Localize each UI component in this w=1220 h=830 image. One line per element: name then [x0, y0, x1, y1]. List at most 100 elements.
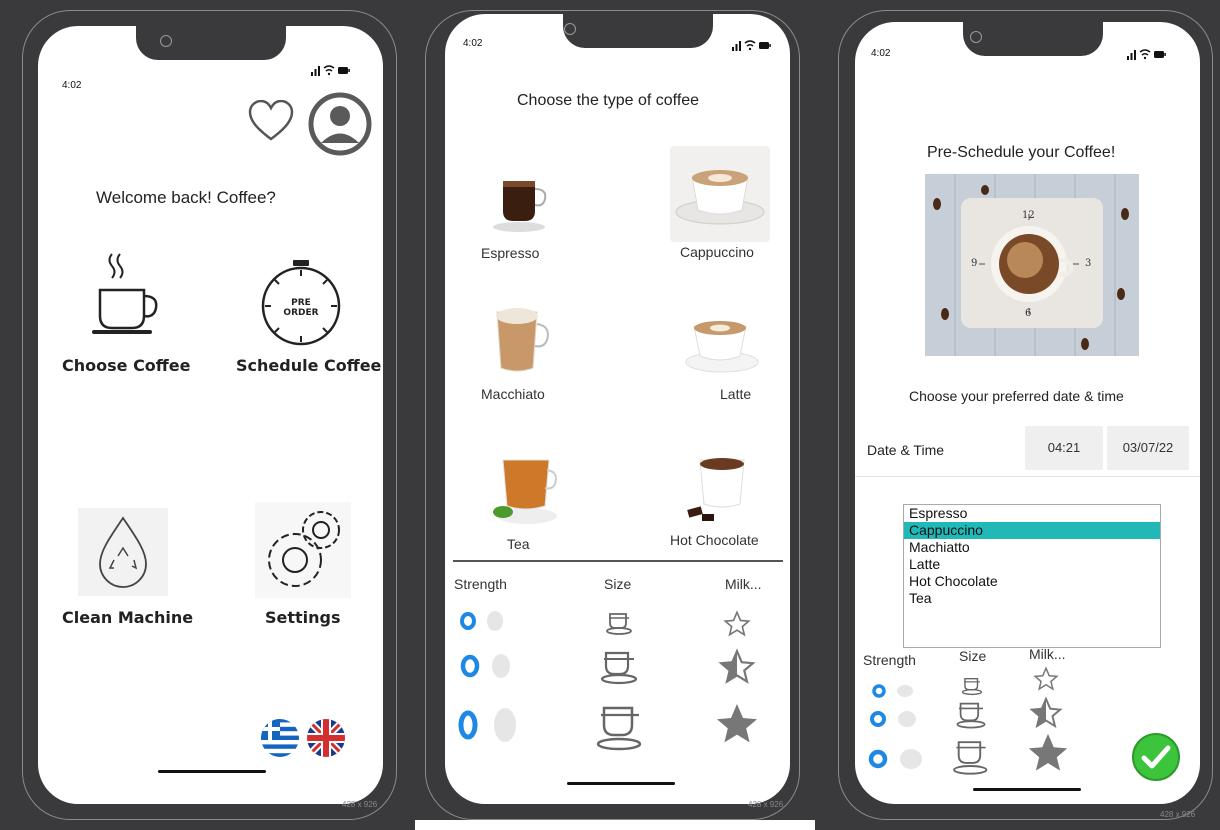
- latte-option[interactable]: Latte: [660, 304, 790, 414]
- clean-machine-label: Clean Machine: [62, 608, 194, 627]
- signal-wifi-battery-icon: [1127, 49, 1166, 60]
- medium-cup-icon[interactable]: [955, 698, 987, 735]
- hot-chocolate-option[interactable]: Hot Chocolate: [660, 450, 790, 560]
- drink-select-screen: 4:02 Choose the type of coffee Espresso …: [445, 14, 790, 804]
- strength-header: Strength: [863, 652, 916, 668]
- status-icons: [732, 39, 772, 54]
- signal-wifi-battery-icon: [732, 40, 771, 51]
- drink-list-item[interactable]: Hot Chocolate: [904, 573, 1160, 590]
- cappuccino-label: Cappuccino: [680, 244, 754, 260]
- status-icons: [1127, 48, 1167, 63]
- choose-type-heading: Choose the type of coffee: [517, 92, 700, 109]
- caption-strip: [415, 820, 815, 830]
- macchiato-option[interactable]: Macchiato: [465, 304, 595, 414]
- welcome-heading: Welcome back! Coffee?: [96, 188, 276, 207]
- macchiato-image: [496, 308, 549, 372]
- latte-label: Latte: [720, 386, 752, 402]
- clock-9: 9: [971, 258, 978, 269]
- home-screen: 4:02 Welcome back! Coffee? Choose Coffee…: [38, 26, 383, 804]
- hot-chocolate-label: Hot Chocolate: [670, 532, 759, 548]
- strength-toggle-medium[interactable]: [459, 652, 513, 685]
- signal-wifi-battery-icon: [311, 65, 350, 76]
- milk-star-half-icon[interactable]: [717, 648, 757, 691]
- favorites-heart-icon[interactable]: [248, 99, 294, 147]
- gears-icon: [255, 502, 351, 598]
- greek-flag-icon[interactable]: [260, 718, 300, 763]
- clock-12: 12: [1022, 210, 1035, 221]
- divider: [453, 560, 783, 562]
- latte-image: [685, 321, 759, 373]
- choose-coffee-tile[interactable]: Choose Coffee: [58, 244, 198, 379]
- settings-label: Settings: [265, 608, 341, 627]
- camera: [160, 35, 172, 47]
- medium-cup-icon[interactable]: [599, 646, 639, 691]
- milk-star-empty-icon[interactable]: [1033, 666, 1059, 697]
- tea-label: Tea: [507, 536, 530, 552]
- pre-schedule-heading: Pre-Schedule your Coffee!: [927, 144, 1116, 161]
- date-picker[interactable]: 03/07/22: [1107, 426, 1189, 470]
- milk-header: Milk...: [725, 576, 762, 592]
- milk-header: Milk...: [1029, 646, 1066, 662]
- pre-order-text: PRE ORDER: [255, 298, 347, 318]
- order-text: ORDER: [283, 308, 319, 318]
- milk-star-empty-icon[interactable]: [723, 610, 751, 643]
- large-cup-icon[interactable]: [951, 736, 991, 781]
- uk-flag-icon[interactable]: [306, 718, 346, 763]
- drink-list-item[interactable]: Espresso: [904, 505, 1160, 522]
- home-indicator: [973, 788, 1081, 791]
- preferred-datetime-heading: Choose your preferred date & time: [909, 388, 1124, 404]
- size-tag: 428 x 926: [1160, 810, 1196, 819]
- camera: [564, 23, 576, 35]
- drink-list-item[interactable]: Machiatto: [904, 539, 1160, 556]
- strength-toggle-low[interactable]: [459, 610, 505, 637]
- large-cup-icon[interactable]: [595, 700, 645, 757]
- size-header: Size: [959, 648, 987, 664]
- schedule-coffee-label: Schedule Coffee: [236, 356, 382, 375]
- drink-list-item[interactable]: Tea: [904, 590, 1160, 607]
- espresso-option[interactable]: Espresso: [465, 159, 595, 269]
- notch: [135, 26, 286, 60]
- small-cup-icon[interactable]: [605, 608, 633, 641]
- status-time: 4:02: [62, 80, 82, 91]
- tea-option[interactable]: Tea: [465, 450, 595, 560]
- strength-toggle-high[interactable]: [867, 744, 927, 779]
- milk-star-full-icon[interactable]: [1025, 730, 1071, 781]
- strength-header: Strength: [454, 576, 507, 592]
- status-time: 4:02: [871, 48, 891, 59]
- drink-list-item[interactable]: Cappuccino: [904, 522, 1160, 539]
- clock-3: 3: [1085, 258, 1092, 269]
- cappuccino-option[interactable]: Cappuccino: [660, 146, 790, 261]
- clean-machine-tile[interactable]: Clean Machine: [58, 504, 208, 634]
- drink-list-item[interactable]: Latte: [904, 556, 1160, 573]
- strength-toggle-medium[interactable]: [869, 708, 921, 735]
- steaming-cup-icon: [90, 250, 168, 343]
- espresso-image: [493, 181, 547, 232]
- strength-toggle-high[interactable]: [457, 706, 517, 749]
- notch: [963, 22, 1103, 56]
- size-header: Size: [604, 576, 632, 592]
- milk-star-full-icon[interactable]: [713, 700, 761, 753]
- profile-avatar-icon[interactable]: [308, 92, 372, 161]
- strength-toggle-low[interactable]: [871, 682, 917, 705]
- macchiato-label: Macchiato: [481, 386, 545, 402]
- cappuccino-image: [670, 146, 770, 242]
- drink-list[interactable]: Espresso Cappuccino Machiatto Latte Hot Choc…: [903, 504, 1161, 648]
- settings-tile[interactable]: Settings: [233, 496, 381, 634]
- espresso-label: Espresso: [481, 245, 540, 261]
- confirm-check-button[interactable]: [1131, 732, 1181, 787]
- clock-6: 6: [1025, 308, 1032, 319]
- schedule-coffee-tile[interactable]: PRE ORDER Schedule Coffee: [233, 244, 381, 379]
- small-cup-icon[interactable]: [961, 674, 983, 701]
- size-tag: 428 x 926: [342, 800, 378, 809]
- tea-image: [493, 459, 557, 524]
- size-tag: 428 x 926: [748, 800, 784, 809]
- hot-chocolate-image: [687, 458, 745, 521]
- camera: [970, 31, 982, 43]
- time-picker[interactable]: 04:21: [1025, 426, 1103, 470]
- status-icons: [311, 64, 351, 79]
- coffee-clock-image: 12 3 6 9: [925, 174, 1139, 356]
- choose-coffee-label: Choose Coffee: [62, 356, 191, 375]
- datetime-row: Date & Time 04:21 03/07/22: [855, 424, 1200, 477]
- date-time-label: Date & Time: [867, 442, 945, 458]
- status-time: 4:02: [463, 38, 483, 49]
